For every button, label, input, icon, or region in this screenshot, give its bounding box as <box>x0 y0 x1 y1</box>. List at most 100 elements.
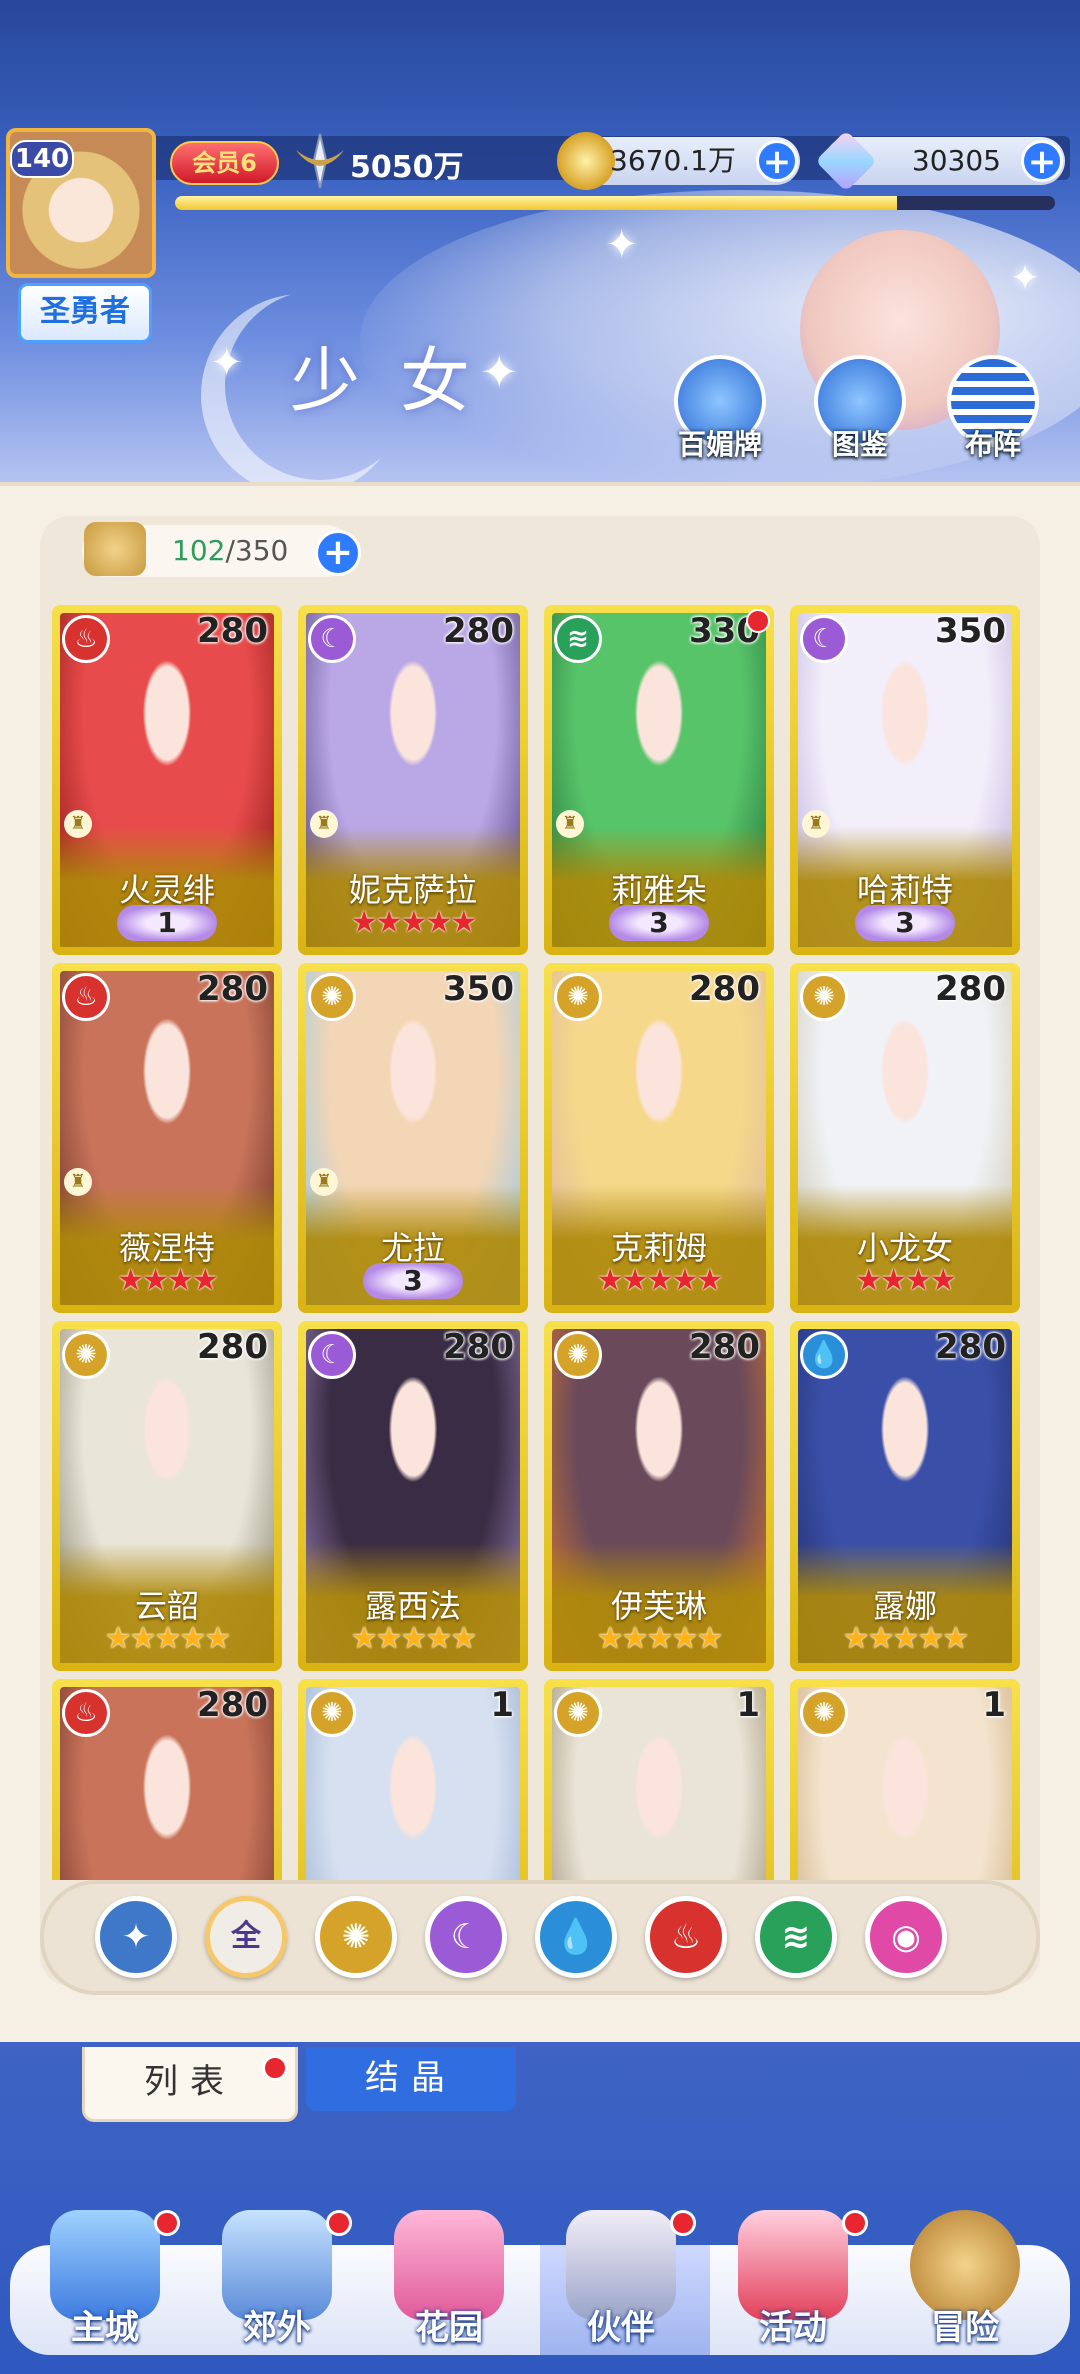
star-icon: ★ <box>450 905 477 940</box>
sun-element-icon: ✺ <box>800 973 848 1021</box>
star-icon: ★ <box>450 1621 477 1656</box>
filter-sun-button[interactable]: ✺ <box>315 1896 397 1978</box>
gold-display: 3670.1万 + <box>557 132 800 190</box>
chess-rank-icon: ♜ <box>64 1168 92 1196</box>
moon-icon: ☾ <box>450 1917 482 1957</box>
star-icon: ★ <box>892 1621 920 1656</box>
star-icon: ★ <box>905 1263 932 1298</box>
star-icon: ★ <box>375 905 403 940</box>
character-card[interactable]: 💧 280 露娜 ★★★★★ <box>790 1321 1020 1671</box>
notification-dot <box>154 2210 180 2236</box>
star-icon: ★ <box>425 905 452 940</box>
character-cost: 350 <box>935 611 1006 651</box>
character-card[interactable]: ✺ 280 克莉姆 ★★★★★ <box>544 963 774 1313</box>
character-cost: 1 <box>982 1685 1006 1725</box>
awaken-level-badge: 3 <box>855 905 955 941</box>
character-card[interactable]: ≋ 330 ♜ 莉雅朵 3 <box>544 605 774 955</box>
star-icon: ★ <box>596 1263 624 1298</box>
character-card[interactable]: ♨ 280 ♜ 薇涅特 ★★★★ <box>52 963 282 1313</box>
nav-adventure[interactable]: 冒险 <box>890 2200 1040 2360</box>
capacity-text: 102/350 <box>172 534 289 567</box>
filter-fire-button[interactable]: ♨ <box>645 1896 727 1978</box>
star-icon: ★ <box>167 1263 194 1298</box>
notification-dot <box>746 609 770 633</box>
character-cost: 280 <box>443 611 514 651</box>
star-icon: ★ <box>129 1621 157 1656</box>
add-gold-button[interactable]: + <box>756 140 798 182</box>
star-icon: ★ <box>400 905 428 940</box>
notification-dot <box>326 2210 352 2236</box>
wind-icon: ≋ <box>781 1917 811 1957</box>
chess-rank-icon: ♜ <box>802 810 830 838</box>
filter-all-elements-button[interactable]: ✦ <box>95 1896 177 1978</box>
capacity-bag-icon <box>84 522 146 576</box>
formation-button[interactable]: 布阵 <box>945 355 1041 465</box>
character-grid[interactable]: ♨ 280 ♜ 火灵绯 1 ☾ 280 ♜ 妮克萨拉 ★★★★★ ≋ 330 ♜ 莉雅朵 3 ☾ 350 ♜ 哈莉特… <box>52 605 1032 1880</box>
add-gems-button[interactable]: + <box>1021 140 1063 182</box>
chess-rank-icon: ♜ <box>556 810 584 838</box>
character-card[interactable]: ☾ 280 露西法 ★★★★★ <box>298 1321 528 1671</box>
star-icon: ✦ <box>1010 258 1041 299</box>
character-card[interactable]: ☾ 280 ♜ 妮克萨拉 ★★★★★ <box>298 605 528 955</box>
fire-icon: ♨ <box>670 1917 702 1957</box>
character-card[interactable]: ♨ 280 <box>52 1679 282 1880</box>
character-card[interactable]: ✺ 280 伊芙琳 ★★★★★ <box>544 1321 774 1671</box>
fire-element-icon: ♨ <box>62 615 110 663</box>
character-card[interactable]: ✺ 1 <box>298 1679 528 1880</box>
character-card[interactable]: ♨ 280 ♜ 火灵绯 1 <box>52 605 282 955</box>
moon-element-icon: ☾ <box>800 615 848 663</box>
water-icon: 💧 <box>554 1917 598 1957</box>
character-cost: 280 <box>689 969 760 1009</box>
filter-all-button[interactable]: 全 <box>205 1896 287 1978</box>
notification-dot <box>670 2210 696 2236</box>
character-card[interactable]: ☾ 350 ♜ 哈莉特 3 <box>790 605 1020 955</box>
star-rating: ★★★★★ <box>298 1621 528 1656</box>
star-rating: ★★★★ <box>52 1263 282 1298</box>
coin-icon <box>557 132 615 190</box>
star-icon: ★ <box>929 1263 957 1298</box>
star-rating: ★★★★ <box>790 1263 1020 1298</box>
nav-partners[interactable]: 伙伴 <box>546 2200 696 2360</box>
all-elements-icon: ✦ <box>121 1917 151 1957</box>
awaken-level-badge: 3 <box>363 1263 463 1299</box>
star-icon: ★ <box>375 1621 403 1656</box>
chess-rank-icon: ♜ <box>64 810 92 838</box>
character-card[interactable]: ✺ 350 ♜ 尤拉 3 <box>298 963 528 1313</box>
filter-moon-button[interactable]: ☾ <box>425 1896 507 1978</box>
sun-element-icon: ✺ <box>62 1331 110 1379</box>
expand-capacity-button[interactable]: + <box>315 530 361 576</box>
codex-button[interactable]: 图鉴 <box>812 355 908 465</box>
star-icon: ★ <box>942 1621 969 1656</box>
filter-planet-button[interactable]: ◉ <box>865 1896 947 1978</box>
sun-element-icon: ✺ <box>800 1689 848 1737</box>
filter-water-button[interactable]: 💧 <box>535 1896 617 1978</box>
nav-home[interactable]: 主城 <box>30 2200 180 2360</box>
page-title: 少女 <box>290 340 510 422</box>
star-icon: ★ <box>104 1621 132 1656</box>
vip-badge[interactable]: 会员6 <box>170 141 279 185</box>
star-icon: ★ <box>855 1263 882 1298</box>
nav-garden[interactable]: 花园 <box>374 2200 524 2360</box>
star-icon: ★ <box>646 1621 674 1656</box>
sun-element-icon: ✺ <box>308 1689 356 1737</box>
character-card[interactable]: ✺ 280 小龙女 ★★★★ <box>790 963 1020 1313</box>
combat-power: 5050万 <box>350 150 464 185</box>
player-level: 140 <box>10 140 74 178</box>
star-rating: ★★★★★ <box>544 1263 774 1298</box>
filter-wind-button[interactable]: ≋ <box>755 1896 837 1978</box>
player-title-badge[interactable]: 圣勇者 <box>18 283 152 343</box>
star-rating: ★★★★★ <box>298 905 528 940</box>
character-card[interactable]: ✺ 1 <box>790 1679 1020 1880</box>
star-rating: ★★★★★ <box>790 1621 1020 1656</box>
character-cost: 280 <box>935 1327 1006 1367</box>
nav-outskirts[interactable]: 郊外 <box>202 2200 352 2360</box>
charm-cards-button[interactable]: 百媚牌 <box>672 355 768 465</box>
experience-bar <box>175 196 1055 210</box>
sun-element-icon: ✺ <box>308 973 356 1021</box>
star-icon: ★ <box>867 1621 895 1656</box>
nav-events[interactable]: 活动 <box>718 2200 868 2360</box>
character-card[interactable]: ✺ 280 云韶 ★★★★★ <box>52 1321 282 1671</box>
tab-crystal[interactable]: 结晶 <box>306 2047 516 2111</box>
sun-element-icon: ✺ <box>554 973 602 1021</box>
character-card[interactable]: ✺ 1 <box>544 1679 774 1880</box>
